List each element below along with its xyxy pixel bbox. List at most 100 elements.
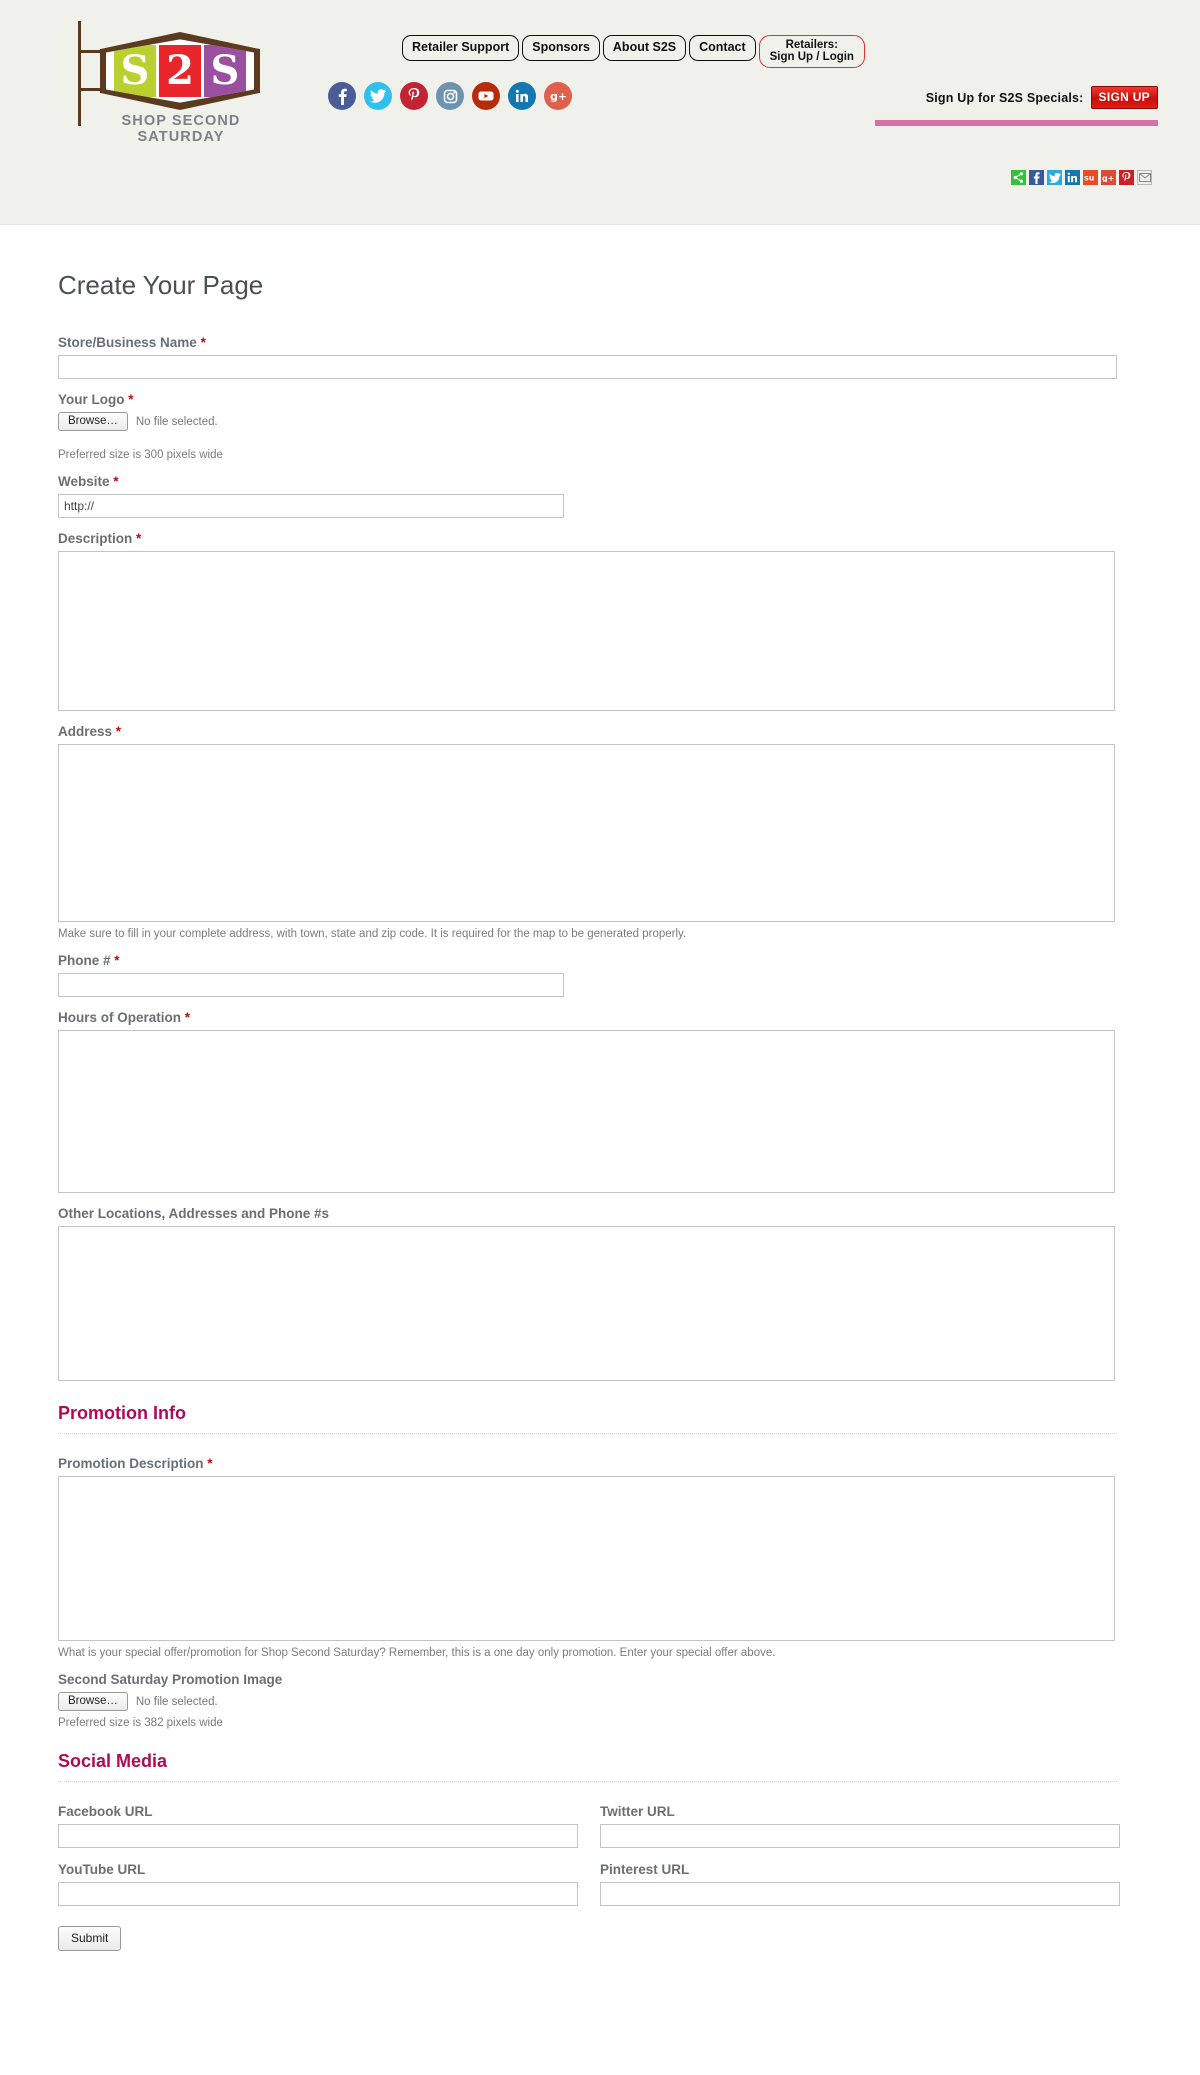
share-facebook-icon[interactable] bbox=[1029, 170, 1044, 185]
social-icon-row: g+ bbox=[328, 82, 572, 110]
social-media-heading: Social Media bbox=[58, 1751, 168, 1771]
field-hours: Hours of Operation * bbox=[58, 1010, 1142, 1193]
svg-text:g+: g+ bbox=[550, 90, 567, 102]
twitter-url-input[interactable] bbox=[600, 1824, 1120, 1848]
label-pinterest-url: Pinterest URL bbox=[600, 1862, 690, 1877]
description-textarea[interactable] bbox=[58, 551, 1115, 711]
youtube-icon[interactable] bbox=[472, 82, 500, 110]
googleplus-icon[interactable]: g+ bbox=[544, 82, 572, 110]
label-phone: Phone # * bbox=[58, 953, 1142, 968]
required-marker: * bbox=[113, 474, 119, 489]
label-address: Address * bbox=[58, 724, 1142, 739]
share-icon[interactable] bbox=[1011, 170, 1026, 185]
nav-retailer-support[interactable]: Retailer Support bbox=[402, 35, 520, 62]
nav-about-s2s[interactable]: About S2S bbox=[602, 35, 687, 62]
linkedin-icon[interactable] bbox=[508, 82, 536, 110]
social-row-1: Facebook URL Twitter URL bbox=[58, 1804, 1142, 1848]
promotion-description-help-text: What is your special offer/promotion for… bbox=[58, 1647, 776, 1659]
promotion-image-no-file-text: No file selected. bbox=[135, 1695, 218, 1708]
label-address-text: Address bbox=[58, 724, 113, 739]
label-other-locations: Other Locations, Addresses and Phone #s bbox=[58, 1206, 330, 1221]
logo-no-file-text: No file selected. bbox=[135, 415, 218, 428]
label-facebook-url: Facebook URL bbox=[58, 1804, 153, 1819]
label-phone-text: Phone # bbox=[58, 953, 111, 968]
field-description: Description * bbox=[58, 531, 1142, 711]
other-locations-textarea[interactable] bbox=[58, 1226, 1115, 1381]
nav-sponsors[interactable]: Sponsors bbox=[522, 35, 600, 62]
label-twitter-url: Twitter URL bbox=[600, 1804, 675, 1819]
site-logo[interactable]: S 2 S SHOP SECOND SATURDAY bbox=[78, 18, 338, 145]
promotion-description-textarea[interactable] bbox=[58, 1476, 1115, 1641]
required-marker: * bbox=[184, 1010, 191, 1025]
label-hours: Hours of Operation * bbox=[58, 1010, 1142, 1025]
hours-textarea[interactable] bbox=[58, 1030, 1115, 1193]
logo-sign: S 2 S bbox=[100, 32, 260, 110]
submit-button[interactable]: Submit bbox=[58, 1926, 122, 1951]
field-logo-upload: Your Logo * Browse… No file selected. Pr… bbox=[58, 392, 1142, 461]
specials-signup-button[interactable]: SIGN UP bbox=[1090, 86, 1158, 109]
website-input[interactable] bbox=[58, 494, 564, 518]
label-store-name: Store/Business Name * bbox=[58, 335, 1142, 350]
promotion-image-file-row: Browse… No file selected. bbox=[58, 1692, 1142, 1711]
label-store-name-text: Store/Business Name bbox=[58, 335, 197, 350]
pink-divider bbox=[875, 120, 1158, 126]
specials-label: Sign Up for S2S Specials: bbox=[925, 90, 1084, 105]
label-hours-text: Hours of Operation bbox=[58, 1010, 182, 1025]
signup-line-2: Sign Up / Login bbox=[769, 51, 854, 64]
phone-input[interactable] bbox=[58, 973, 564, 997]
label-promotion-image: Second Saturday Promotion Image bbox=[58, 1672, 283, 1687]
store-name-input[interactable] bbox=[58, 355, 1117, 379]
social-row-2: YouTube URL Pinterest URL bbox=[58, 1862, 1142, 1906]
required-marker: * bbox=[136, 531, 142, 546]
share-googleplus-icon[interactable]: g+ bbox=[1101, 170, 1116, 185]
site-header: S 2 S SHOP SECOND SATURDAY Retailer Supp… bbox=[0, 0, 1200, 225]
label-youtube-url: YouTube URL bbox=[58, 1862, 146, 1877]
field-promotion-image: Second Saturday Promotion Image Browse… … bbox=[58, 1672, 1142, 1729]
required-marker: * bbox=[200, 335, 206, 350]
nav-retailer-signup-login[interactable]: Retailers: Sign Up / Login bbox=[758, 35, 865, 69]
address-help-text: Make sure to fill in your complete addre… bbox=[58, 928, 687, 940]
specials-signup: Sign Up for S2S Specials: SIGN UP bbox=[926, 86, 1158, 109]
label-website-text: Website bbox=[58, 474, 110, 489]
logo-bracket-bottom bbox=[81, 88, 103, 91]
svg-text:su: su bbox=[1084, 174, 1095, 182]
field-facebook-url: Facebook URL bbox=[58, 1804, 578, 1848]
label-website: Website * bbox=[58, 474, 1142, 489]
field-address: Address * Make sure to fill in your comp… bbox=[58, 724, 1142, 940]
required-marker: * bbox=[114, 953, 120, 968]
label-description: Description * bbox=[58, 531, 1142, 546]
field-other-locations: Other Locations, Addresses and Phone #s bbox=[58, 1206, 1142, 1381]
label-logo: Your Logo * bbox=[58, 392, 1142, 407]
youtube-url-input[interactable] bbox=[58, 1882, 578, 1906]
required-marker: * bbox=[128, 392, 134, 407]
field-pinterest-url: Pinterest URL bbox=[600, 1862, 1120, 1906]
share-email-icon[interactable] bbox=[1137, 170, 1152, 185]
svg-text:g+: g+ bbox=[1102, 174, 1114, 182]
share-pinterest-icon[interactable] bbox=[1119, 170, 1134, 185]
logo-bracket-top bbox=[81, 50, 103, 53]
social-section-divider bbox=[58, 1781, 1117, 1782]
logo-letter-s1: S bbox=[114, 45, 156, 97]
logo-browse-button[interactable]: Browse… bbox=[58, 412, 128, 431]
required-marker: * bbox=[115, 724, 122, 739]
instagram-icon[interactable] bbox=[436, 82, 464, 110]
nav-contact[interactable]: Contact bbox=[689, 35, 756, 62]
share-buttons-row: su g+ bbox=[1011, 170, 1152, 185]
field-youtube-url: YouTube URL bbox=[58, 1862, 578, 1906]
share-linkedin-icon[interactable] bbox=[1065, 170, 1080, 185]
main-navigation: Retailer Support Sponsors About S2S Cont… bbox=[402, 35, 865, 69]
twitter-icon[interactable] bbox=[364, 82, 392, 110]
address-textarea[interactable] bbox=[58, 744, 1115, 922]
facebook-icon[interactable] bbox=[328, 82, 356, 110]
facebook-url-input[interactable] bbox=[58, 1824, 578, 1848]
page-title: Create Your Page bbox=[58, 270, 264, 300]
logo-file-row: Browse… No file selected. bbox=[58, 412, 1142, 431]
share-twitter-icon[interactable] bbox=[1047, 170, 1062, 185]
label-promotion-description: Promotion Description * bbox=[58, 1456, 1142, 1471]
field-store-name: Store/Business Name * bbox=[58, 335, 1142, 379]
share-stumbleupon-icon[interactable]: su bbox=[1083, 170, 1098, 185]
pinterest-icon[interactable] bbox=[400, 82, 428, 110]
promotion-image-browse-button[interactable]: Browse… bbox=[58, 1692, 128, 1711]
pinterest-url-input[interactable] bbox=[600, 1882, 1120, 1906]
label-logo-text: Your Logo bbox=[58, 392, 125, 407]
